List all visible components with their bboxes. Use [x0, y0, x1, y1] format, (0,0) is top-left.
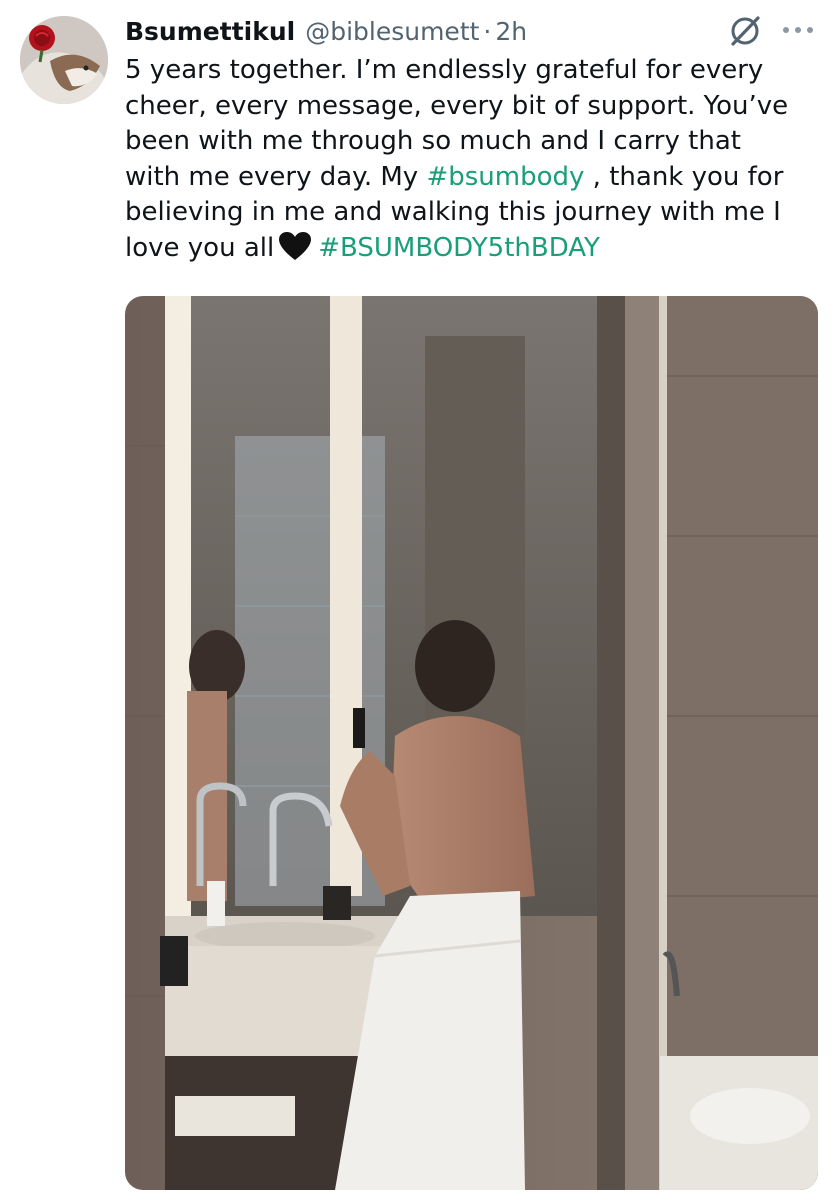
more-icon[interactable]	[778, 16, 818, 44]
grok-icon[interactable]	[728, 14, 762, 48]
tweet-header: Bsumettikul @biblesumett · 2h	[125, 14, 527, 48]
author-name[interactable]: Bsumettikul	[125, 17, 295, 46]
tweet-line: believing in me and walking this journey…	[125, 197, 781, 227]
avatar-image	[20, 16, 108, 104]
separator-dot: ·	[483, 16, 492, 46]
black-heart-icon	[278, 231, 312, 272]
author-avatar[interactable]	[20, 16, 108, 104]
tweet-photo[interactable]	[125, 296, 818, 1190]
tweet-text: 5 years together. I’m endlessly grateful…	[125, 53, 825, 271]
hashtag-link[interactable]: #BSUMBODY5thBDAY	[318, 233, 600, 263]
tweet-line: with me every day. My #bsumbody , thank …	[125, 160, 825, 196]
tweet-line: been with me through so much and I carry…	[125, 126, 741, 156]
bathroom-mirror-selfie-photo	[125, 296, 818, 1190]
tweet-line: love you all #BSUMBODY5thBDAY	[125, 231, 825, 272]
tweet-text-fragment: , thank you for	[584, 161, 784, 192]
tweet-text-fragment: love you all	[125, 232, 275, 263]
tweet-timestamp[interactable]: 2h	[495, 17, 527, 46]
tweet-text-fragment: with me every day. My	[125, 161, 427, 192]
hashtag-link[interactable]: #bsumbody	[426, 162, 584, 192]
tweet-line: cheer, every message, every bit of suppo…	[125, 90, 789, 121]
tweet-line: 5 years together. I’m endlessly grateful…	[125, 55, 764, 85]
author-handle[interactable]: @biblesumett	[305, 17, 479, 46]
